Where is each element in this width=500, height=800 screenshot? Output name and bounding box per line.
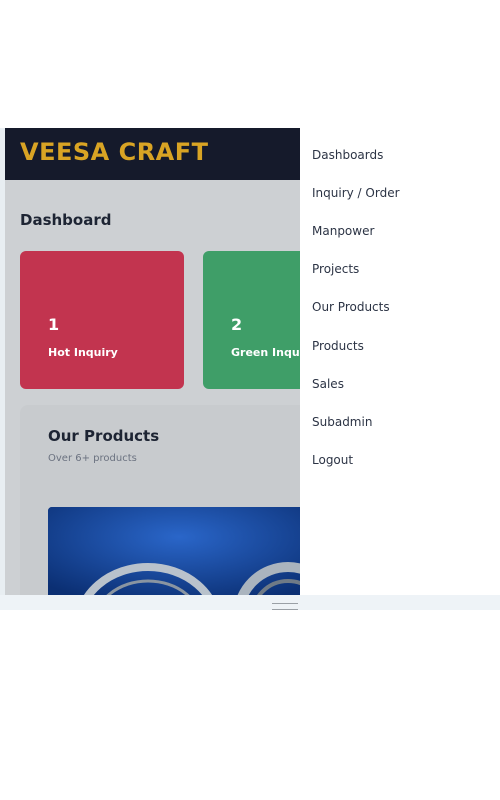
navigation-menu: Dashboards Inquiry / Order Manpower Proj… xyxy=(300,128,500,595)
menu-item-our-products[interactable]: Our Products xyxy=(312,300,390,314)
brand-logo[interactable]: VEESA CRAFT xyxy=(20,138,209,166)
product-image-bearings[interactable] xyxy=(48,507,300,595)
products-title: Our Products xyxy=(48,427,160,445)
page-title: Dashboard xyxy=(20,211,112,229)
top-bar: VEESA CRAFT xyxy=(5,128,300,180)
menu-item-products[interactable]: Products xyxy=(312,339,364,353)
menu-item-sales[interactable]: Sales xyxy=(312,377,344,391)
menu-item-subadmin[interactable]: Subadmin xyxy=(312,415,372,429)
drag-handle-icon[interactable] xyxy=(272,603,298,610)
stat-value: 2 xyxy=(231,315,243,334)
bottom-sheet-bar xyxy=(0,595,500,610)
stat-card-hot-inquiry[interactable]: 1 Hot Inquiry xyxy=(20,251,184,389)
stat-label: Green Inqu xyxy=(231,346,300,359)
menu-item-projects[interactable]: Projects xyxy=(312,262,359,276)
app-background: VEESA CRAFT Dashboard 1 Hot Inquiry 2 Gr… xyxy=(5,128,300,595)
stat-card-green-inquiry[interactable]: 2 Green Inqu xyxy=(203,251,300,389)
stat-value: 1 xyxy=(48,315,60,334)
bearing-illustration xyxy=(48,507,300,595)
products-subtitle: Over 6+ products xyxy=(48,453,137,464)
stat-label: Hot Inquiry xyxy=(48,346,118,359)
menu-item-logout[interactable]: Logout xyxy=(312,453,353,467)
our-products-card: Our Products Over 6+ products xyxy=(20,405,300,595)
menu-item-manpower[interactable]: Manpower xyxy=(312,224,374,238)
menu-item-inquiry-order[interactable]: Inquiry / Order xyxy=(312,186,400,200)
menu-item-dashboards[interactable]: Dashboards xyxy=(312,148,383,162)
